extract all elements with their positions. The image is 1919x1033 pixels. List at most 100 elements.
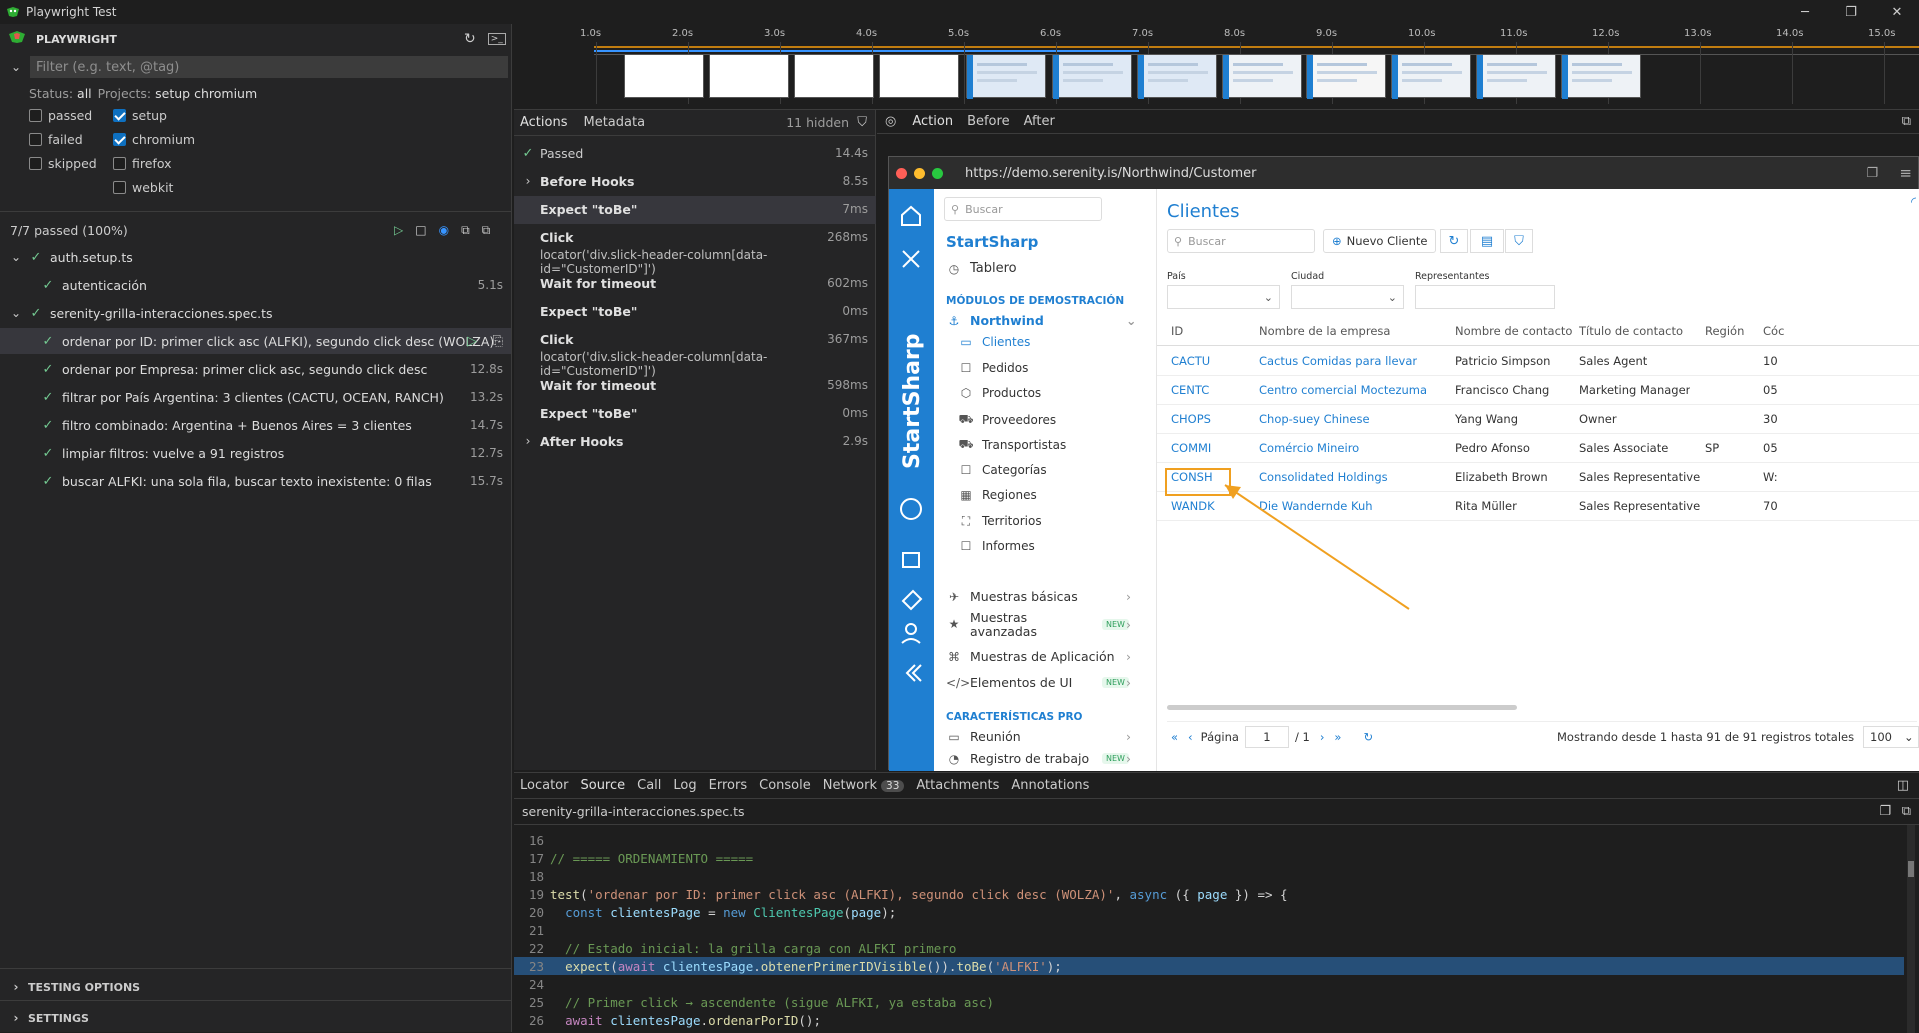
action-item[interactable]: Expect "toBe" 0ms xyxy=(514,400,876,428)
filter-icon[interactable]: ⛉ xyxy=(857,115,867,130)
pick-locator-icon[interactable]: ◎ xyxy=(885,114,896,129)
timeline-thumbnail[interactable] xyxy=(1391,54,1471,99)
tree-test[interactable]: ✓ filtrar por País Argentina: 3 clientes … xyxy=(0,384,511,410)
horizontal-scrollbar[interactable] xyxy=(1167,705,1517,710)
code-scrollbar[interactable] xyxy=(1907,825,1915,1033)
column-header[interactable]: Región xyxy=(1705,324,1744,338)
tab-locator[interactable]: Locator xyxy=(520,778,568,793)
cell-empresa[interactable]: Comércio Mineiro xyxy=(1259,441,1359,455)
timeline-thumbnail[interactable] xyxy=(794,54,874,98)
checkbox[interactable] xyxy=(29,108,42,122)
close-icon[interactable]: ✕ xyxy=(1877,0,1917,24)
columns-button[interactable]: ▤ xyxy=(1470,229,1504,253)
table-row[interactable]: CENTC Centro comercial Moctezuma Francisco… xyxy=(1157,376,1919,405)
new-customer-button[interactable]: ⊕ Nuevo Cliente xyxy=(1323,229,1436,253)
run-all-icon[interactable]: ▷ xyxy=(394,223,403,237)
column-header[interactable]: ID xyxy=(1171,324,1183,338)
timeline-thumbnail[interactable] xyxy=(879,54,959,98)
reload-icon[interactable]: ↻ xyxy=(1363,730,1373,744)
action-group[interactable]: › After Hooks 2.9s xyxy=(514,428,876,456)
project-option-2[interactable]: firefox xyxy=(113,154,172,172)
tab-annotations[interactable]: Annotations xyxy=(1011,778,1089,793)
tree-file[interactable]: ⌄ ✓ auth.setup.ts xyxy=(0,244,511,270)
nav-muestras-basicas[interactable]: ✈ Muestras básicas › xyxy=(946,589,1131,604)
tab-after[interactable]: After xyxy=(1024,114,1055,129)
last-page-icon[interactable]: » xyxy=(1334,730,1341,744)
chevron-down-icon[interactable]: ⌄ xyxy=(8,250,24,264)
maximize-icon[interactable]: ❐ xyxy=(1831,0,1871,24)
refresh-button[interactable]: ↻ xyxy=(1440,229,1468,253)
settings[interactable]: SETTINGS xyxy=(28,1012,89,1025)
timeline-thumbnail[interactable] xyxy=(709,54,789,98)
page-size-select[interactable]: 100 ⌄ xyxy=(1863,725,1919,748)
expand-all-icon[interactable]: ⧉ xyxy=(482,223,491,238)
column-header[interactable]: Cóc xyxy=(1763,324,1784,338)
chevron-down-icon[interactable]: ⌄ xyxy=(8,60,24,74)
action-item[interactable]: Wait for timeout 602ms xyxy=(514,270,876,298)
tab-errors[interactable]: Errors xyxy=(709,778,747,793)
representantes-select[interactable] xyxy=(1415,285,1555,309)
project-option-1[interactable]: chromium xyxy=(113,130,195,148)
nav-sub-item[interactable]: ☐ Categorías xyxy=(958,463,1047,477)
open-external-icon[interactable]: ⧉ xyxy=(1902,114,1911,129)
copy-icon[interactable]: ❐ xyxy=(1879,804,1891,819)
minimize-icon[interactable]: ─ xyxy=(1785,0,1825,24)
run-icon[interactable]: ▷ xyxy=(467,334,477,349)
cell-empresa[interactable]: Chop-suey Chinese xyxy=(1259,412,1370,426)
chevron-right-icon[interactable]: › xyxy=(520,174,536,188)
tree-test[interactable]: ✓ limpiar filtros: vuelve a 91 registros 1… xyxy=(0,440,511,466)
projects-value[interactable]: setup chromium xyxy=(155,86,257,101)
nav-sub-item[interactable]: ⛶ Territorios xyxy=(958,514,1042,529)
filter-input[interactable]: Filter (e.g. text, @tag) xyxy=(30,56,508,78)
checkbox[interactable] xyxy=(29,156,42,170)
next-page-icon[interactable]: › xyxy=(1320,730,1325,744)
tree-test[interactable]: ✓ buscar ALFKI: una sola fila, buscar tex… xyxy=(0,468,511,494)
tree-test[interactable]: ✓ ordenar por Empresa: primer click asc, … xyxy=(0,356,511,382)
action-item[interactable]: Expect "toBe" 0ms xyxy=(514,298,876,326)
cell-id[interactable]: CACTU xyxy=(1171,354,1210,368)
grid-search-input[interactable]: ⚲ Buscar xyxy=(1167,229,1315,253)
menu-icon[interactable]: ≡ xyxy=(1899,164,1912,182)
filter-button[interactable]: ⛉ xyxy=(1505,229,1533,253)
nav-muestras-app[interactable]: ⌘ Muestras de Aplicación › xyxy=(946,649,1131,664)
chevron-right-icon[interactable]: › xyxy=(8,1011,24,1025)
cell-empresa[interactable]: Centro comercial Moctezuma xyxy=(1259,383,1427,397)
tab-actions[interactable]: Actions xyxy=(520,115,568,130)
nav-reunion[interactable]: ▭ Reunión › xyxy=(946,729,1131,744)
testing-options[interactable]: TESTING OPTIONS xyxy=(28,981,140,994)
tab-metadata[interactable]: Metadata xyxy=(584,115,646,130)
tab-source[interactable]: Source xyxy=(580,778,625,793)
action-item[interactable]: Click locator('div.slick-header-column[da… xyxy=(514,326,876,378)
column-header[interactable]: Título de contacto xyxy=(1579,324,1683,338)
go-to-file-icon[interactable]: ⎘ xyxy=(493,334,503,349)
tab-console[interactable]: Console xyxy=(759,778,811,793)
checkbox[interactable] xyxy=(113,132,126,146)
tree-file[interactable]: ⌄ ✓ serenity-grilla-interacciones.spec.ts xyxy=(0,300,511,326)
tab-network[interactable]: Network xyxy=(823,778,877,793)
nav-northwind[interactable]: ⚓ Northwind ⌄ xyxy=(946,313,1137,328)
terminal-icon[interactable]: >_ xyxy=(487,33,506,45)
nav-elementos-ui[interactable]: </> Elementos de UI NEW › xyxy=(946,675,1131,690)
action-group[interactable]: › Before Hooks 8.5s xyxy=(514,168,876,196)
nav-sub-item[interactable]: ▭ Clientes xyxy=(958,335,1030,349)
nav-sub-item[interactable]: ☐ Pedidos xyxy=(958,361,1029,375)
stop-icon[interactable]: □ xyxy=(415,223,426,237)
action-item[interactable]: Wait for timeout 598ms xyxy=(514,372,876,400)
cell-id[interactable]: CENTC xyxy=(1171,383,1209,397)
table-row[interactable]: COMMI Comércio Mineiro Pedro Afonso Sales A… xyxy=(1157,434,1919,463)
action-status[interactable]: ✓ Passed 14.4s xyxy=(514,140,876,168)
status-option-1[interactable]: failed xyxy=(29,130,83,148)
ciudad-select[interactable]: ⌄ xyxy=(1291,285,1404,309)
chevron-right-icon[interactable]: › xyxy=(520,434,536,448)
tree-test[interactable]: ✓ filtro combinado: Argentina + Buenos Ai… xyxy=(0,412,511,438)
nav-registro[interactable]: ◔ Registro de trabajo NEW › xyxy=(946,751,1131,766)
action-item[interactable]: Click locator('div.slick-header-column[da… xyxy=(514,224,876,276)
tab-call[interactable]: Call xyxy=(637,778,661,793)
url-bar[interactable]: https://demo.serenity.is/Northwind/Custo… xyxy=(965,166,1257,181)
chevron-down-icon[interactable]: ⌄ xyxy=(8,306,24,320)
cell-empresa[interactable]: Cactus Comidas para llevar xyxy=(1259,354,1417,368)
timeline-thumbnail[interactable] xyxy=(1476,54,1556,99)
brand[interactable]: StartSharp xyxy=(946,233,1038,251)
project-option-0[interactable]: setup xyxy=(113,106,167,124)
timeline-thumbnail[interactable] xyxy=(1306,54,1386,99)
